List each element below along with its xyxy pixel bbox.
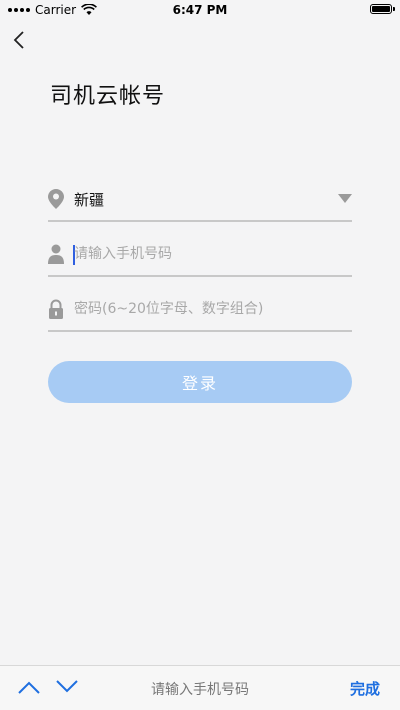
- login-button[interactable]: 登录: [48, 361, 352, 403]
- keyboard-toolbar-title: 请输入手机号码: [151, 682, 249, 698]
- phone-input[interactable]: [74, 239, 344, 269]
- location-pin-icon: [48, 189, 64, 209]
- phone-field[interactable]: [48, 233, 352, 277]
- battery-icon: [370, 4, 395, 14]
- password-input[interactable]: [74, 294, 344, 324]
- keyboard-toolbar: 请输入手机号码 完成: [0, 665, 400, 710]
- status-bar: Carrier 6:47 PM: [0, 0, 400, 20]
- login-screen: Carrier 6:47 PM 司机云帐号 新疆 请输入手机号码 登录 请输入手…: [0, 0, 400, 710]
- page-title: 司机云帐号: [50, 84, 166, 109]
- user-icon: [48, 244, 64, 264]
- password-field[interactable]: [48, 288, 352, 332]
- done-button[interactable]: 完成: [350, 678, 380, 699]
- status-time: 6:47 PM: [172, 3, 228, 17]
- back-icon[interactable]: [10, 30, 30, 50]
- lock-icon: [49, 299, 63, 319]
- region-select[interactable]: 新疆: [48, 178, 352, 222]
- dropdown-arrow-icon[interactable]: [338, 194, 352, 203]
- region-value: 新疆: [74, 191, 105, 209]
